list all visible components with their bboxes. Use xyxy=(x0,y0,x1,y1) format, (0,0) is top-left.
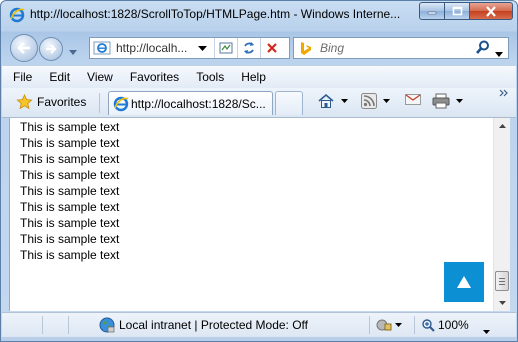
title-bar: http://localhost:1828/ScrollToTop/HTMLPa… xyxy=(1,1,517,29)
compatibility-view-button[interactable] xyxy=(214,38,237,58)
address-dropdown[interactable] xyxy=(198,41,207,58)
security-status-button[interactable] xyxy=(376,318,402,332)
caption-buttons xyxy=(419,2,513,21)
sample-text-line: This is sample text xyxy=(20,248,120,262)
chevron-up-icon xyxy=(498,124,506,128)
new-tab-button[interactable] xyxy=(275,91,303,115)
tab-current-page[interactable]: http://localhost:1828/Sc... xyxy=(108,91,273,115)
stop-button[interactable] xyxy=(260,38,283,58)
search-options-dropdown[interactable] xyxy=(495,46,503,60)
favorites-button[interactable]: Favorites xyxy=(16,94,86,110)
menu-help[interactable]: Help xyxy=(235,70,272,84)
security-icon xyxy=(376,319,392,331)
sample-text-line: This is sample text xyxy=(20,184,120,198)
refresh-button[interactable] xyxy=(237,38,260,58)
vertical-scrollbar[interactable] xyxy=(493,118,510,311)
security-zone[interactable]: Local intranet | Protected Mode: Off xyxy=(99,317,308,333)
back-icon xyxy=(17,42,30,54)
refresh-icon xyxy=(244,42,254,54)
star-icon xyxy=(16,94,33,110)
scroll-down-button[interactable] xyxy=(494,295,510,311)
minimize-button[interactable] xyxy=(419,2,445,20)
search-button[interactable] xyxy=(476,40,490,58)
tab-title: http://localhost:1828/Sc... xyxy=(131,97,266,111)
mail-icon xyxy=(405,94,421,105)
home-dropdown-icon[interactable] xyxy=(341,99,348,103)
separator xyxy=(414,316,415,334)
menu-edit[interactable]: Edit xyxy=(43,70,76,84)
back-button[interactable] xyxy=(10,34,38,62)
home-icon xyxy=(318,93,334,108)
recent-pages-dropdown[interactable] xyxy=(69,44,77,58)
arrow-up-icon xyxy=(457,276,471,288)
security-dropdown-icon xyxy=(395,323,402,327)
zoom-icon xyxy=(422,318,435,332)
ie-icon xyxy=(113,96,129,115)
browser-window: http://localhost:1828/ScrollToTop/HTMLPa… xyxy=(0,0,518,342)
scroll-up-button[interactable] xyxy=(494,118,510,134)
sample-text-list: This is sample text This is sample text … xyxy=(20,119,119,263)
zoom-dropdown-icon[interactable] xyxy=(483,323,490,337)
search-input[interactable]: Bing xyxy=(320,41,344,55)
bing-icon xyxy=(299,41,313,59)
zone-text: Local intranet | Protected Mode: Off xyxy=(119,318,308,332)
window-bottom-border xyxy=(1,337,517,341)
menu-tools[interactable]: Tools xyxy=(190,70,230,84)
separator xyxy=(42,316,43,334)
compat-icon xyxy=(219,42,233,54)
sample-text-line: This is sample text xyxy=(20,136,120,150)
sample-text-line: This is sample text xyxy=(20,216,120,230)
favorites-bar: Favorites http://localhost:1828/Sc... xyxy=(2,88,516,118)
separator xyxy=(68,316,69,334)
page-content: This is sample text This is sample text … xyxy=(9,118,494,311)
sample-text-line: This is sample text xyxy=(20,120,120,134)
forward-icon xyxy=(46,44,57,54)
scrollbar-thumb[interactable] xyxy=(495,271,509,291)
zoom-button[interactable]: 100% xyxy=(422,318,469,332)
read-mail-button[interactable] xyxy=(405,93,421,106)
sample-text-line: This is sample text xyxy=(20,232,120,246)
print-button[interactable] xyxy=(432,93,463,109)
ie-page-icon xyxy=(93,41,111,58)
feeds-button[interactable] xyxy=(361,93,390,109)
sample-text-line: This is sample text xyxy=(20,200,120,214)
maximize-button[interactable] xyxy=(445,2,470,20)
menu-file[interactable]: File xyxy=(7,70,38,84)
menu-favorites[interactable]: Favorites xyxy=(124,70,185,84)
status-bar: Local intranet | Protected Mode: Off 100… xyxy=(2,312,516,337)
search-icon xyxy=(476,40,489,54)
zoom-level: 100% xyxy=(438,318,469,332)
rss-icon xyxy=(361,93,377,109)
separator xyxy=(369,316,370,334)
separator xyxy=(99,93,100,113)
menu-bar: File Edit View Favorites Tools Help xyxy=(2,65,516,89)
chevron-down-icon xyxy=(498,301,506,305)
menu-view[interactable]: View xyxy=(81,70,119,84)
address-input[interactable]: http://localh... xyxy=(116,41,187,55)
scroll-to-top-button[interactable] xyxy=(444,262,484,302)
print-icon xyxy=(432,93,450,109)
more-commands-chevron[interactable] xyxy=(499,89,508,100)
window-title: http://localhost:1828/ScrollToTop/HTMLPa… xyxy=(30,7,401,21)
address-bar[interactable]: http://localh... xyxy=(89,37,290,59)
sample-text-line: This is sample text xyxy=(20,152,120,166)
sample-text-line: This is sample text xyxy=(20,168,120,182)
feeds-dropdown-icon[interactable] xyxy=(383,99,390,103)
home-button[interactable] xyxy=(317,93,348,109)
ie-icon xyxy=(9,7,25,23)
stop-icon xyxy=(267,43,277,53)
favorites-label: Favorites xyxy=(37,95,87,109)
close-button[interactable] xyxy=(470,2,513,20)
print-dropdown-icon[interactable] xyxy=(456,99,463,103)
search-box[interactable]: Bing xyxy=(293,37,509,59)
forward-button[interactable] xyxy=(39,37,63,61)
globe-icon xyxy=(99,317,115,333)
